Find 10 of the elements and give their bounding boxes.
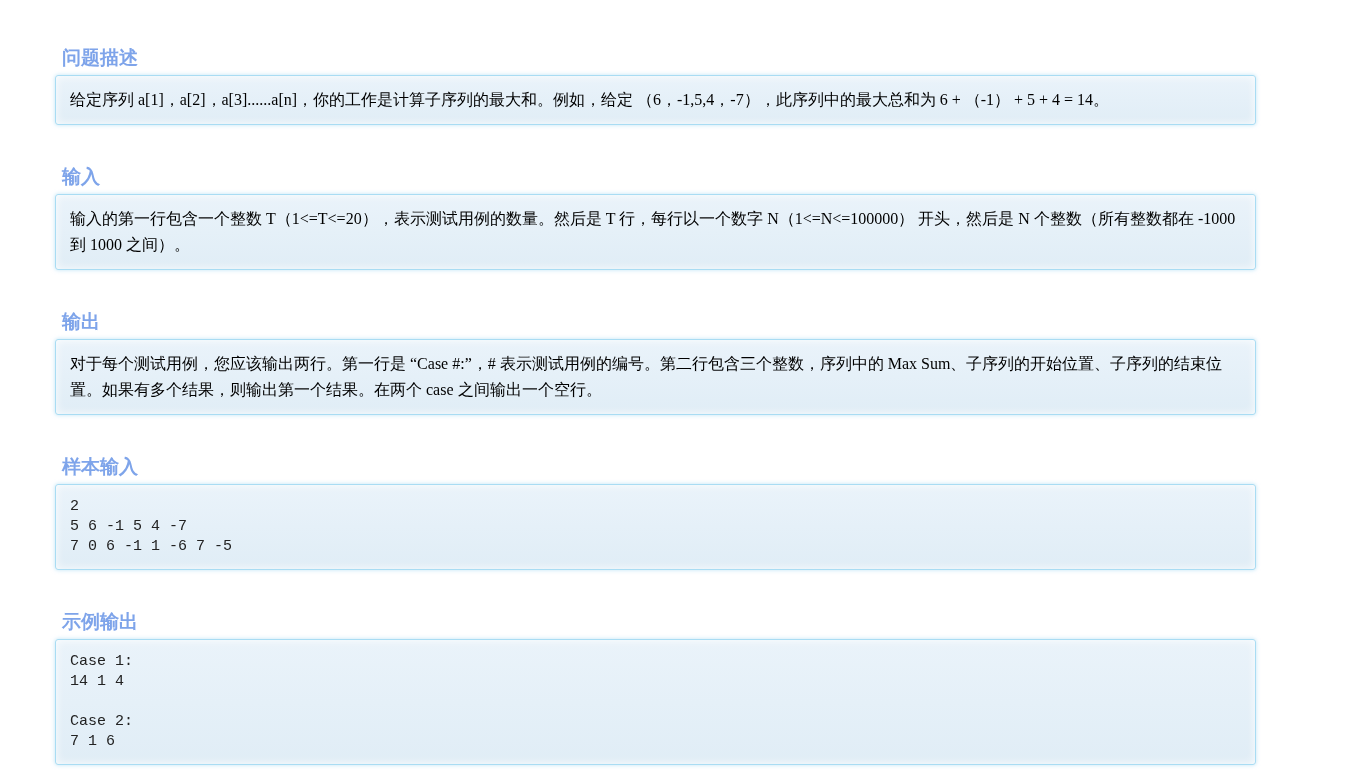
description-text: 对于每个测试用例，您应该输出两行。第一行是 “Case #:”，# 表示测试用例的编号。第二行包含三个整数，序列中的 Max Sum、子序列的开始位置、子序列的结束位置。如果有多个结果，则输出第一个结果。在两个 case 之间输出一个空行。 [70,354,1224,400]
code-text: Case 1: 14 1 4 Case 2: 7 1 6 [70,652,134,752]
section-heading: 输入 [60,164,101,189]
section-heading: 问题描述 [61,45,139,70]
section-heading: 输出 [60,309,101,334]
section-heading: 样本输入 [60,454,139,479]
description-text: 给定序列 a[1]，a[2]，a[3]......a[n]，你的工作是计算子序列的最大和。例如，给定 （6，-1,5,4，-7），此序列中的最大总和为 6 + （-1） + 5 + 4 = 14。 [70,90,1111,110]
code-text: 2 5 6 -1 5 4 -7 7 0 6 -1 1 -6 7 -5 [70,497,234,557]
section-heading: 示例输出 [61,609,139,634]
description-text: 输入的第一行包含一个整数 T（1<=T<=20），表示测试用例的数量。然后是 T 行，每行以一个数字 N（1<=N<=100000） 开头，然后是 N 个整数（所有整数都在 -1000 到 1000 之间）。 [70,209,1237,255]
